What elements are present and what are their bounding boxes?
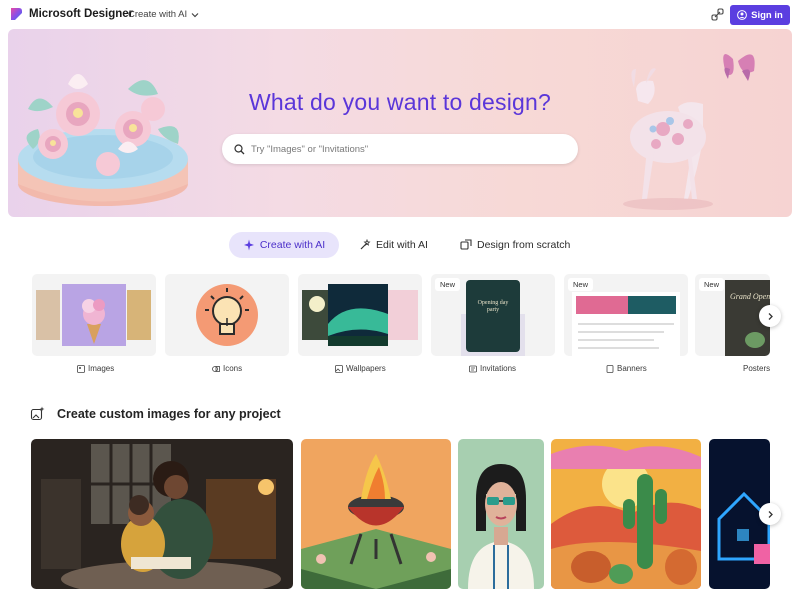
brand[interactable]: Microsoft Designer bbox=[10, 7, 133, 21]
user-icon bbox=[737, 10, 748, 20]
category-label-text: Wallpapers bbox=[346, 364, 386, 373]
tab-label: Edit with AI bbox=[376, 239, 428, 251]
image-sparkle-icon bbox=[30, 406, 45, 421]
images-thumbnail bbox=[36, 284, 151, 346]
brand-name: Microsoft Designer bbox=[29, 8, 134, 20]
category-label-wallpapers: Wallpapers bbox=[335, 364, 386, 373]
categories-next-button[interactable] bbox=[759, 305, 781, 327]
gallery-image-grill[interactable] bbox=[301, 439, 451, 589]
category-label-posters: Posters bbox=[740, 364, 770, 373]
section-header: Create custom images for any project bbox=[30, 406, 281, 421]
tab-create-with-ai[interactable]: Create with AI bbox=[229, 232, 339, 258]
banner-icon bbox=[606, 364, 614, 373]
design-icon bbox=[460, 239, 472, 250]
share-icon[interactable] bbox=[711, 8, 724, 21]
wallpaper-icon bbox=[335, 364, 343, 373]
search-icon bbox=[234, 143, 245, 154]
gallery-image-portrait[interactable] bbox=[458, 439, 544, 589]
category-label-icons: Icons bbox=[212, 364, 242, 373]
desert-cactus-image bbox=[551, 439, 701, 589]
create-with-ai-menu[interactable]: Create with AI bbox=[128, 9, 199, 20]
invitation-card-title: Opening day party bbox=[477, 300, 509, 313]
woman-glasses-image bbox=[458, 439, 544, 589]
magic-wand-icon bbox=[360, 239, 371, 250]
category-label-text: Posters bbox=[743, 364, 770, 373]
sign-in-button[interactable]: Sign in bbox=[730, 5, 790, 25]
category-card-banners[interactable]: New bbox=[564, 274, 688, 356]
create-menu-label: Create with AI bbox=[128, 9, 188, 20]
new-badge: New bbox=[435, 278, 461, 291]
designer-logo-icon bbox=[11, 8, 22, 20]
category-label-banners: Banners bbox=[606, 364, 647, 373]
icon-shape-icon bbox=[212, 365, 220, 372]
mother-child-reading-image bbox=[31, 439, 293, 589]
category-label-text: Icons bbox=[223, 364, 243, 373]
gallery-image-reading[interactable] bbox=[31, 439, 293, 589]
search-input[interactable] bbox=[251, 143, 551, 155]
new-badge: New bbox=[568, 278, 594, 291]
bbq-grill-image bbox=[301, 439, 451, 589]
category-card-icons[interactable] bbox=[165, 274, 289, 356]
category-card-invitations[interactable]: Opening day party New bbox=[431, 274, 555, 356]
chevron-down-icon bbox=[191, 12, 199, 17]
gallery-next-button[interactable] bbox=[759, 503, 781, 525]
poster-card-title: Grand Open bbox=[730, 292, 770, 301]
hero-banner: What do you want to design? bbox=[8, 29, 792, 217]
category-label-text: Invitations bbox=[480, 364, 517, 373]
category-label-invitations: Invitations bbox=[469, 364, 516, 373]
invitation-icon bbox=[469, 365, 477, 372]
chevron-right-icon bbox=[768, 312, 773, 320]
category-label-text: Banners bbox=[617, 364, 647, 373]
gallery-image-cactus[interactable] bbox=[551, 439, 701, 589]
category-card-wallpapers[interactable] bbox=[298, 274, 422, 356]
tab-design-from-scratch[interactable]: Design from scratch bbox=[450, 232, 580, 258]
icons-thumbnail bbox=[196, 284, 258, 346]
sparkle-icon bbox=[243, 239, 254, 251]
tab-label: Create with AI bbox=[259, 239, 326, 251]
tab-label: Design from scratch bbox=[477, 239, 571, 251]
tab-edit-with-ai[interactable]: Edit with AI bbox=[349, 232, 438, 258]
new-badge: New bbox=[699, 278, 725, 291]
deer-butterfly-illustration bbox=[623, 54, 755, 210]
category-label-images: Images bbox=[77, 364, 114, 373]
section-title: Create custom images for any project bbox=[57, 406, 281, 421]
image-icon bbox=[77, 364, 85, 373]
category-label-text: Images bbox=[88, 364, 115, 373]
sign-in-label: Sign in bbox=[751, 9, 783, 21]
chevron-right-icon bbox=[768, 510, 773, 518]
wallpapers-thumbnail bbox=[302, 284, 418, 346]
flower-platform-illustration bbox=[18, 74, 188, 206]
search-bar[interactable] bbox=[222, 134, 578, 164]
top-bar: Microsoft Designer Create with AI Sign i… bbox=[0, 0, 800, 30]
category-card-images[interactable] bbox=[32, 274, 156, 356]
